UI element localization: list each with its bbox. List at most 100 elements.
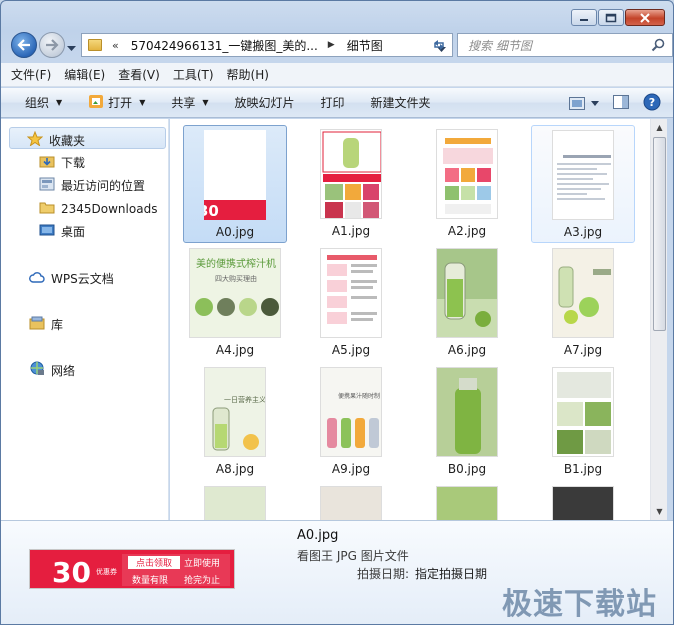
file-thumbnail: 便携果汁随时制 <box>320 367 382 457</box>
file-name: A0.jpg <box>215 225 255 239</box>
address-bar[interactable]: « 570424966131_一键搬图_美的... ▶ 细节图 <box>81 33 453 57</box>
file-name: B1.jpg <box>563 462 603 476</box>
help-button[interactable]: ? <box>643 93 661 114</box>
open-label: 打开 <box>108 96 133 110</box>
file-thumbnail: 美的便携式榨汁机 四大购买理由 <box>189 248 281 338</box>
menu-help[interactable]: 帮助(H) <box>227 66 269 83</box>
file-item-a3[interactable]: A3.jpg <box>531 125 635 243</box>
nav-recent[interactable]: 最近访问的位置 <box>39 177 145 194</box>
open-button[interactable]: 打开 ▼ <box>88 94 145 112</box>
slideshow-button[interactable]: 放映幻灯片 <box>235 94 295 111</box>
thumb-a9-title: 便携果汁随时制 <box>338 392 380 400</box>
breadcrumb-parent[interactable]: 570424966131_一键搬图_美的... <box>131 37 318 54</box>
file-thumbnail <box>204 486 266 520</box>
file-item-a9[interactable]: 便携果汁随时制 A9.jpg <box>299 363 403 481</box>
scrollbar-thumb[interactable] <box>653 137 666 331</box>
thumbnail-image <box>553 249 613 337</box>
file-item-a4[interactable]: 美的便携式榨汁机 四大购买理由 A4.jpg <box>183 244 287 362</box>
new-folder-button[interactable]: 新建文件夹 <box>371 94 431 111</box>
recent-places-icon <box>39 177 55 194</box>
file-item-b1[interactable]: B1.jpg <box>531 363 635 481</box>
refresh-button[interactable] <box>427 34 451 56</box>
file-item-a1[interactable]: A1.jpg <box>299 125 403 243</box>
file-item-partial[interactable] <box>415 482 519 520</box>
refresh-icon <box>434 40 444 50</box>
menu-tools[interactable]: 工具(T) <box>173 66 214 83</box>
forward-button[interactable] <box>39 32 65 58</box>
nav-library-label: 库 <box>51 318 64 332</box>
thumb-a4-subtitle: 四大购买理由 <box>215 274 257 283</box>
watermark-logo: 极速下载站 <box>502 587 657 622</box>
vertical-scrollbar[interactable]: ▲ ▼ <box>650 119 667 520</box>
file-item-a0[interactable]: 30 A0.jpg <box>183 125 287 243</box>
nav-recent-label: 最近访问的位置 <box>61 179 146 193</box>
preview-pane-button[interactable] <box>613 95 629 112</box>
thumbnail-image: 一日营养主义 <box>205 368 265 456</box>
menu-file[interactable]: 文件(F) <box>11 66 51 83</box>
thumbnail-image <box>437 130 497 218</box>
date-taken-value[interactable]: 指定拍摄日期 <box>415 567 487 581</box>
nav-network[interactable]: 网络 <box>29 361 75 379</box>
nav-downloads-label: 下载 <box>61 156 86 170</box>
nav-favorites[interactable]: 收藏夹 <box>26 130 86 149</box>
svg-text:?: ? <box>649 96 655 109</box>
command-bar: 组织 ▼ 打开 ▼ 共享 ▼ 放映幻灯片 打印 新建文件夹 ? <box>1 88 673 118</box>
scroll-down-icon[interactable]: ▼ <box>651 503 668 520</box>
navigation-pane: 收藏夹 下载 最近访问的位置 2345Downloads 桌面 WPS云文档 库 <box>1 119 169 520</box>
file-item-a5[interactable]: A5.jpg <box>299 244 403 362</box>
nav-desktop[interactable]: 桌面 <box>39 223 85 240</box>
nav-library[interactable]: 库 <box>29 316 63 333</box>
caption-buttons <box>571 9 665 26</box>
file-item-partial[interactable] <box>183 482 287 520</box>
file-item-a6[interactable]: A6.jpg <box>415 244 519 362</box>
back-button[interactable] <box>11 32 37 58</box>
breadcrumb-separator-icon[interactable]: ▶ <box>328 40 335 50</box>
details-pane: 30 优惠券 点击领取 立即使用 数量有限 抢完为止 A0.jpg 看图王 JP… <box>1 520 673 624</box>
menu-edit[interactable]: 编辑(E) <box>64 66 105 83</box>
file-name: A8.jpg <box>215 462 255 476</box>
file-item-a2[interactable]: A2.jpg <box>415 125 519 243</box>
breadcrumb-overflow[interactable]: « <box>112 39 119 52</box>
scroll-up-icon[interactable]: ▲ <box>651 119 668 136</box>
nav-wps-cloud[interactable]: WPS云文档 <box>29 270 114 287</box>
organize-button[interactable]: 组织 ▼ <box>25 94 62 111</box>
search-input[interactable]: 搜索 细节图 <box>457 33 673 57</box>
minimize-button[interactable] <box>571 9 597 26</box>
coupon-banner-image: 30 优惠券 点击领取 立即使用 数量有限 抢完为止 <box>30 550 234 588</box>
file-item-partial[interactable] <box>531 482 635 520</box>
view-controls: ? <box>569 93 661 114</box>
nav-downloads[interactable]: 下载 <box>39 154 85 171</box>
nav-2345downloads-label: 2345Downloads <box>61 201 158 216</box>
print-button[interactable]: 打印 <box>321 94 345 111</box>
maximize-button[interactable] <box>598 9 624 26</box>
file-item-a8[interactable]: 一日营养主义 A8.jpg <box>183 363 287 481</box>
share-label: 共享 <box>171 96 196 110</box>
thumbnail-image: 美的便携式榨汁机 四大购买理由 <box>190 249 280 337</box>
search-icon[interactable] <box>651 38 665 55</box>
file-name: A3.jpg <box>563 225 603 239</box>
file-thumbnail <box>552 130 614 220</box>
nav-2345downloads[interactable]: 2345Downloads <box>39 200 157 217</box>
share-button[interactable]: 共享 ▼ <box>171 94 208 111</box>
arrow-right-icon <box>46 39 59 51</box>
minimize-icon <box>580 18 588 21</box>
file-item-partial[interactable] <box>299 482 403 520</box>
menu-view[interactable]: 查看(V) <box>118 66 160 83</box>
close-button[interactable] <box>625 9 665 26</box>
chevron-down-icon: ▼ <box>56 98 63 107</box>
change-view-button[interactable] <box>569 97 599 110</box>
view-icon <box>569 97 585 110</box>
chevron-down-icon: ▼ <box>202 98 209 107</box>
nav-favorites-label: 收藏夹 <box>49 133 86 148</box>
breadcrumb-current[interactable]: 细节图 <box>347 37 383 54</box>
close-icon <box>640 12 650 23</box>
details-file-type: 看图王 JPG 图片文件 <box>297 549 409 563</box>
details-thumbnail: 30 优惠券 点击领取 立即使用 数量有限 抢完为止 <box>29 549 235 589</box>
thumbnail-image <box>553 368 613 456</box>
folder-icon <box>39 200 55 217</box>
file-name: A7.jpg <box>563 343 603 357</box>
recent-pages-dropdown[interactable] <box>67 41 76 55</box>
file-item-b0[interactable]: B0.jpg <box>415 363 519 481</box>
file-item-a7[interactable]: A7.jpg <box>531 244 635 362</box>
thumbnail-image <box>437 249 497 337</box>
